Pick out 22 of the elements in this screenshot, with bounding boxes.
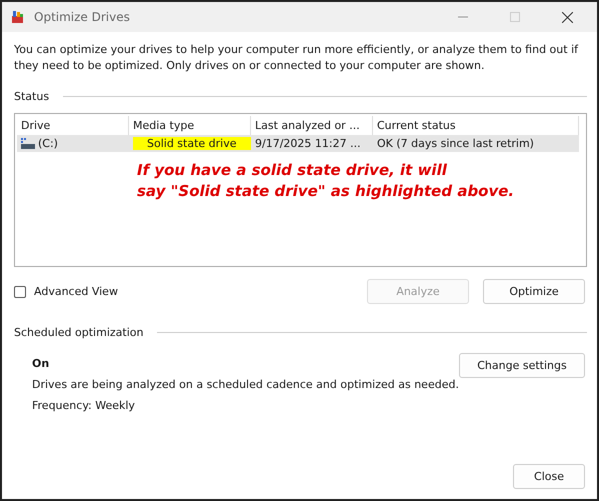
- table-cell[interactable]: (C:): [17, 135, 129, 152]
- section-heading: Scheduled optimization: [14, 326, 144, 339]
- schedule-state: On: [32, 357, 50, 370]
- annotation-text: If you have a solid state drive, it will: [137, 160, 448, 181]
- schedule-frequency: Frequency: Weekly: [32, 399, 136, 412]
- annotation-text: say "Solid state drive" as highlighted above.: [137, 181, 514, 202]
- table-cell[interactable]: OK (7 days since last retrim): [373, 135, 579, 152]
- table-cell[interactable]: Solid state drive: [129, 135, 251, 152]
- action-button[interactable]: Optimize: [483, 279, 585, 304]
- schedule-description: Drives are being analyzed on a scheduled cadence and optimized as needed.: [32, 378, 459, 391]
- drive-icon: [21, 138, 35, 150]
- maximize-icon: [510, 12, 520, 22]
- defrag-icon: [10, 9, 26, 25]
- section-heading: Status: [14, 90, 50, 103]
- intro-text: You can optimize your drives to help your computer run more efficiently, or analyze them to find out if they need to be optimized. Only drives on or connected to your computer are shown.: [14, 42, 580, 74]
- close-dialog-button[interactable]: Close: [513, 464, 585, 489]
- checkbox[interactable]: [14, 286, 26, 298]
- close-icon: [562, 12, 572, 22]
- window-title: Optimize Drives: [34, 10, 131, 24]
- change-settings-button[interactable]: Change settings: [459, 353, 585, 378]
- checkbox-label[interactable]: Advanced View: [34, 285, 118, 298]
- table-cell[interactable]: 9/17/2025 11:27 ...: [251, 135, 373, 152]
